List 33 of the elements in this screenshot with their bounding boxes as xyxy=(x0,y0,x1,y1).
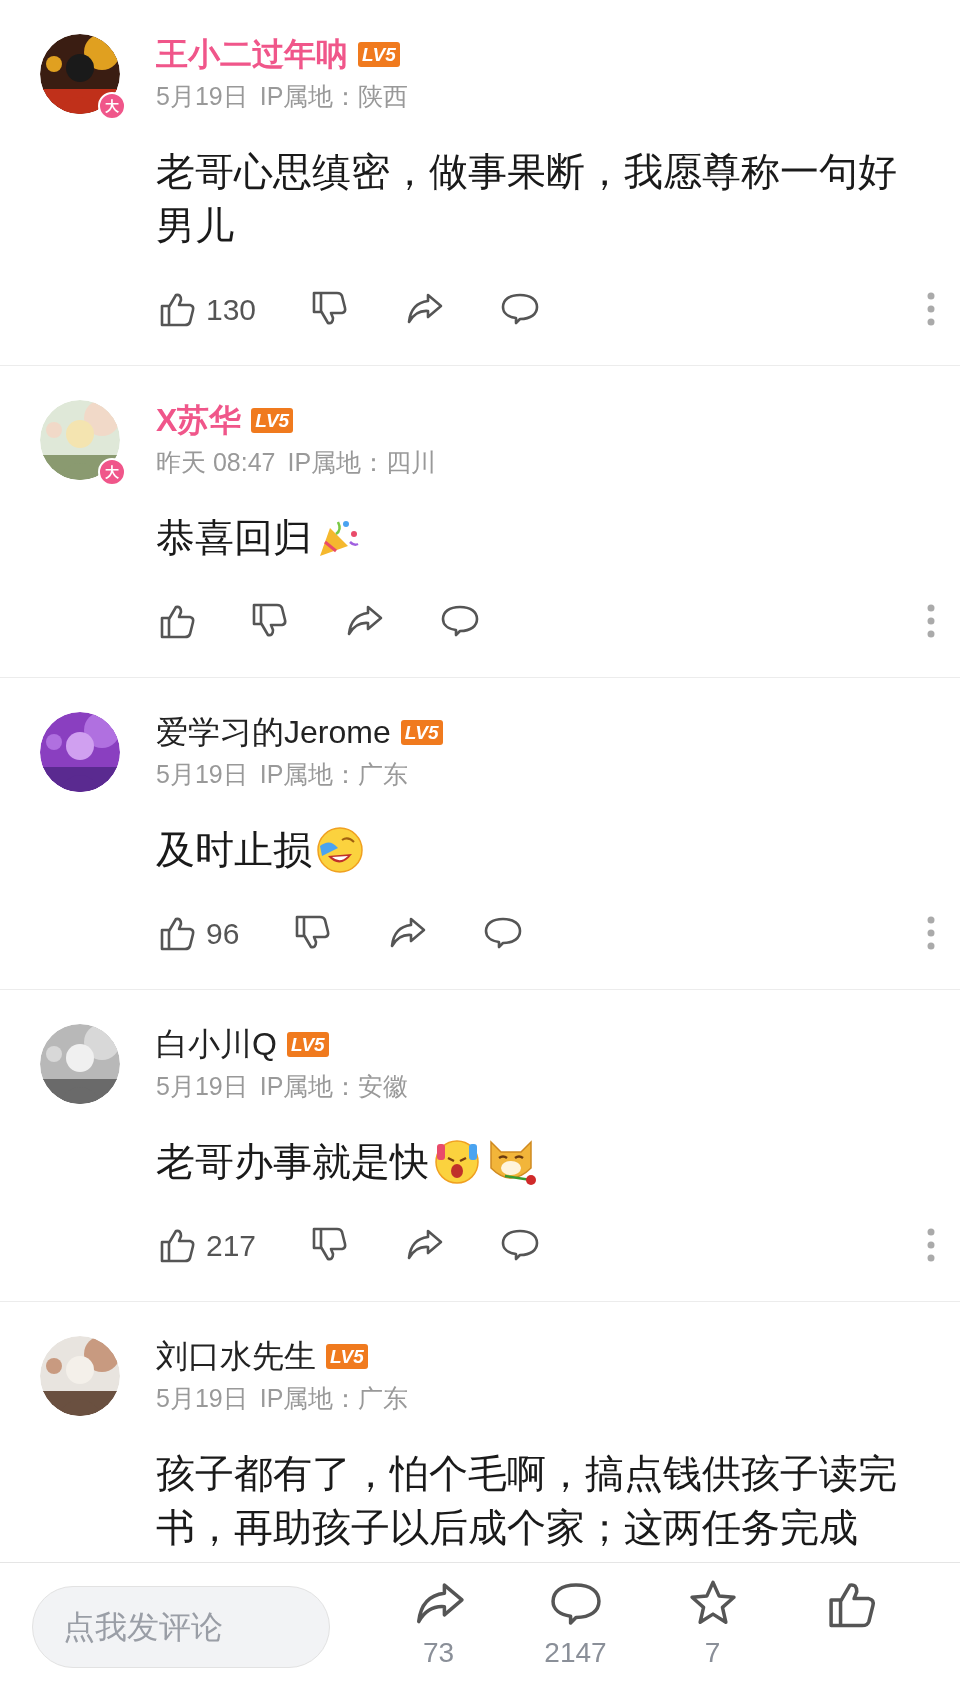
comment-date: 5月19日 xyxy=(156,84,248,109)
comment-date: 5月19日 xyxy=(156,762,248,787)
username[interactable]: 爱学习的Jerome xyxy=(156,716,391,748)
level-badge: LV5 xyxy=(286,1031,329,1057)
avatar-badge: 大 xyxy=(98,92,126,120)
shocked-emoji-icon xyxy=(433,1138,481,1186)
ip-location: IP属地：广东 xyxy=(259,1386,409,1411)
level-badge: LV5 xyxy=(358,41,400,67)
comment-text: 及时止损 xyxy=(156,827,312,873)
like-count: 130 xyxy=(206,291,257,328)
like-count: 96 xyxy=(206,915,240,952)
like-count: 217 xyxy=(206,1227,257,1264)
level-badge: LV5 xyxy=(251,407,294,433)
ip-location: IP属地：陕西 xyxy=(259,84,409,109)
comment-text: 孩子都有了，怕个毛啊，搞点钱供孩子读完书，再助孩子以后成个家；这两任务完成 xyxy=(156,1451,898,1551)
username[interactable]: 刘口水先生 xyxy=(156,1340,316,1372)
comment-text: 恭喜回归 xyxy=(156,515,312,561)
ip-location: IP属地：安徽 xyxy=(259,1074,409,1099)
action-count: 73 xyxy=(422,1638,455,1667)
comment-date: 5月19日 xyxy=(156,1074,248,1099)
comment-text: 老哥心思缜密，做事果断，我愿尊称一句好男儿 xyxy=(156,149,898,249)
ip-location: IP属地：四川 xyxy=(287,450,437,475)
laughing-emoji-icon xyxy=(316,826,364,874)
avatar-badge: 大 xyxy=(98,458,126,486)
comment-text: 老哥办事就是快 xyxy=(156,1139,429,1185)
level-badge: LV5 xyxy=(400,719,443,745)
action-count: 7 xyxy=(704,1638,721,1667)
username[interactable]: 白小川Q xyxy=(156,1028,277,1060)
comment-date: 昨天 08:47 xyxy=(156,450,276,475)
ip-location: IP属地：广东 xyxy=(259,762,409,787)
comment-date: 5月19日 xyxy=(156,1386,248,1411)
action-count: 2147 xyxy=(544,1638,607,1667)
level-badge: LV5 xyxy=(326,1343,368,1369)
